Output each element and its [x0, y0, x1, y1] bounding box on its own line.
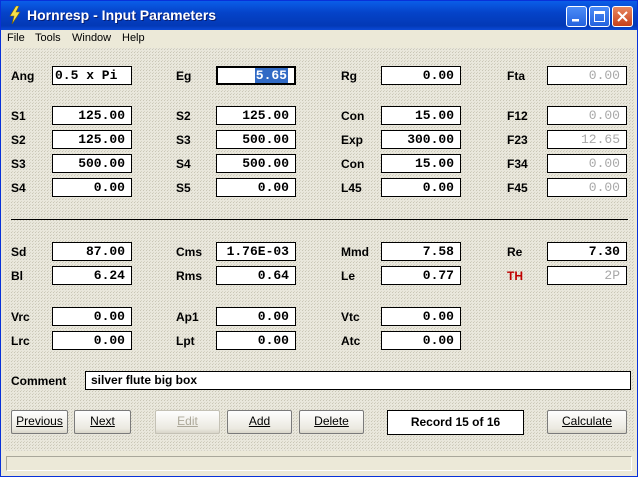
label-s3-row4: S3 [11, 157, 26, 171]
window-title: Hornresp - Input Parameters [27, 7, 217, 23]
field-f23[interactable]: 12.65 [547, 130, 627, 149]
label-s1: S1 [11, 109, 26, 123]
label-con-2: Con [341, 157, 365, 171]
field-f12[interactable]: 0.00 [547, 106, 627, 125]
close-icon [617, 11, 628, 22]
field-f45[interactable]: 0.00 [547, 178, 627, 197]
field-vrc[interactable]: 0.00 [52, 307, 132, 326]
label-vtc: Vtc [341, 310, 360, 324]
edit-button[interactable]: Edit [155, 410, 220, 434]
label-atc: Atc [341, 334, 361, 348]
label-mmd: Mmd [341, 245, 369, 259]
label-rg: Rg [341, 69, 357, 83]
status-bar [4, 453, 634, 474]
minimize-icon [572, 19, 579, 22]
field-fta[interactable]: 0.00 [547, 66, 627, 85]
field-rg[interactable]: 0.00 [381, 66, 461, 85]
field-eg-value: 5.65 [254, 68, 288, 83]
label-s5: S5 [176, 181, 191, 195]
field-bl[interactable]: 6.24 [52, 266, 132, 285]
label-comment: Comment [11, 374, 67, 388]
field-vtc[interactable]: 0.00 [381, 307, 461, 326]
label-f12: F12 [507, 109, 528, 123]
field-l45[interactable]: 0.00 [381, 178, 461, 197]
label-cms: Cms [176, 245, 203, 259]
field-eg[interactable]: 5.65 [216, 66, 296, 85]
field-lpt[interactable]: 0.00 [216, 331, 296, 350]
label-vrc: Vrc [11, 310, 30, 324]
parameters-panel: Ang 0.5 x Pi Eg 5.65 Rg 0.00 Fta 0.00 S1… [4, 48, 634, 451]
field-th[interactable]: 2P [547, 266, 627, 285]
field-le[interactable]: 0.77 [381, 266, 461, 285]
label-ang: Ang [11, 69, 35, 83]
minimize-button[interactable] [566, 6, 587, 27]
label-s4: S4 [176, 157, 191, 171]
lightning-icon [9, 6, 21, 24]
section-divider [11, 219, 628, 220]
label-rms: Rms [176, 269, 203, 283]
label-lpt: Lpt [176, 334, 195, 348]
label-re: Re [507, 245, 523, 259]
label-s4-row5: S4 [11, 181, 26, 195]
label-con-1: Con [341, 109, 365, 123]
delete-button[interactable]: Delete [299, 410, 364, 434]
label-th[interactable]: TH [507, 269, 523, 283]
label-ap1: Ap1 [176, 310, 199, 324]
field-re[interactable]: 7.30 [547, 242, 627, 261]
field-s4[interactable]: 500.00 [216, 154, 296, 173]
label-l45: L45 [341, 181, 362, 195]
field-s3[interactable]: 500.00 [216, 130, 296, 149]
label-s2-row3: S2 [11, 133, 26, 147]
maximize-icon [594, 11, 605, 22]
label-bl: Bl [11, 269, 23, 283]
close-button[interactable] [612, 6, 633, 27]
field-s2-row3[interactable]: 125.00 [52, 130, 132, 149]
menu-bar: File Tools Window Help [1, 30, 637, 48]
label-f23: F23 [507, 133, 528, 147]
field-s4-row5[interactable]: 0.00 [52, 178, 132, 197]
menu-help[interactable]: Help [122, 32, 145, 44]
field-cms[interactable]: 1.76E-03 [216, 242, 296, 261]
label-sd: Sd [11, 245, 27, 259]
field-con-2[interactable]: 15.00 [381, 154, 461, 173]
add-button[interactable]: Add [227, 410, 292, 434]
app-window: Hornresp - Input Parameters File Tools W… [0, 0, 638, 477]
label-s3: S3 [176, 133, 191, 147]
label-s2: S2 [176, 109, 191, 123]
title-bar[interactable]: Hornresp - Input Parameters [1, 1, 637, 30]
previous-button[interactable]: Previous [11, 410, 68, 434]
field-mmd[interactable]: 7.58 [381, 242, 461, 261]
field-sd[interactable]: 87.00 [52, 242, 132, 261]
maximize-button[interactable] [589, 6, 610, 27]
label-exp: Exp [341, 133, 364, 147]
next-button[interactable]: Next [74, 410, 131, 434]
field-f34[interactable]: 0.00 [547, 154, 627, 173]
field-s1[interactable]: 125.00 [52, 106, 132, 125]
field-s2[interactable]: 125.00 [216, 106, 296, 125]
menu-tools[interactable]: Tools [35, 32, 61, 44]
label-f34: F34 [507, 157, 528, 171]
field-con-1[interactable]: 15.00 [381, 106, 461, 125]
label-fta: Fta [507, 69, 525, 83]
field-exp[interactable]: 300.00 [381, 130, 461, 149]
record-indicator: Record 15 of 16 [387, 410, 524, 435]
label-f45: F45 [507, 181, 528, 195]
field-ap1[interactable]: 0.00 [216, 307, 296, 326]
field-atc[interactable]: 0.00 [381, 331, 461, 350]
comment-field[interactable]: silver flute big box [85, 371, 631, 390]
label-eg: Eg [176, 69, 192, 83]
status-panel [6, 456, 632, 471]
label-le: Le [341, 269, 356, 283]
calculate-button[interactable]: Calculate [547, 410, 627, 434]
field-rms[interactable]: 0.64 [216, 266, 296, 285]
menu-window[interactable]: Window [72, 32, 111, 44]
menu-file[interactable]: File [7, 32, 25, 44]
field-s5[interactable]: 0.00 [216, 178, 296, 197]
label-lrc: Lrc [11, 334, 30, 348]
field-lrc[interactable]: 0.00 [52, 331, 132, 350]
field-ang[interactable]: 0.5 x Pi [52, 66, 132, 85]
field-s3-row4[interactable]: 500.00 [52, 154, 132, 173]
